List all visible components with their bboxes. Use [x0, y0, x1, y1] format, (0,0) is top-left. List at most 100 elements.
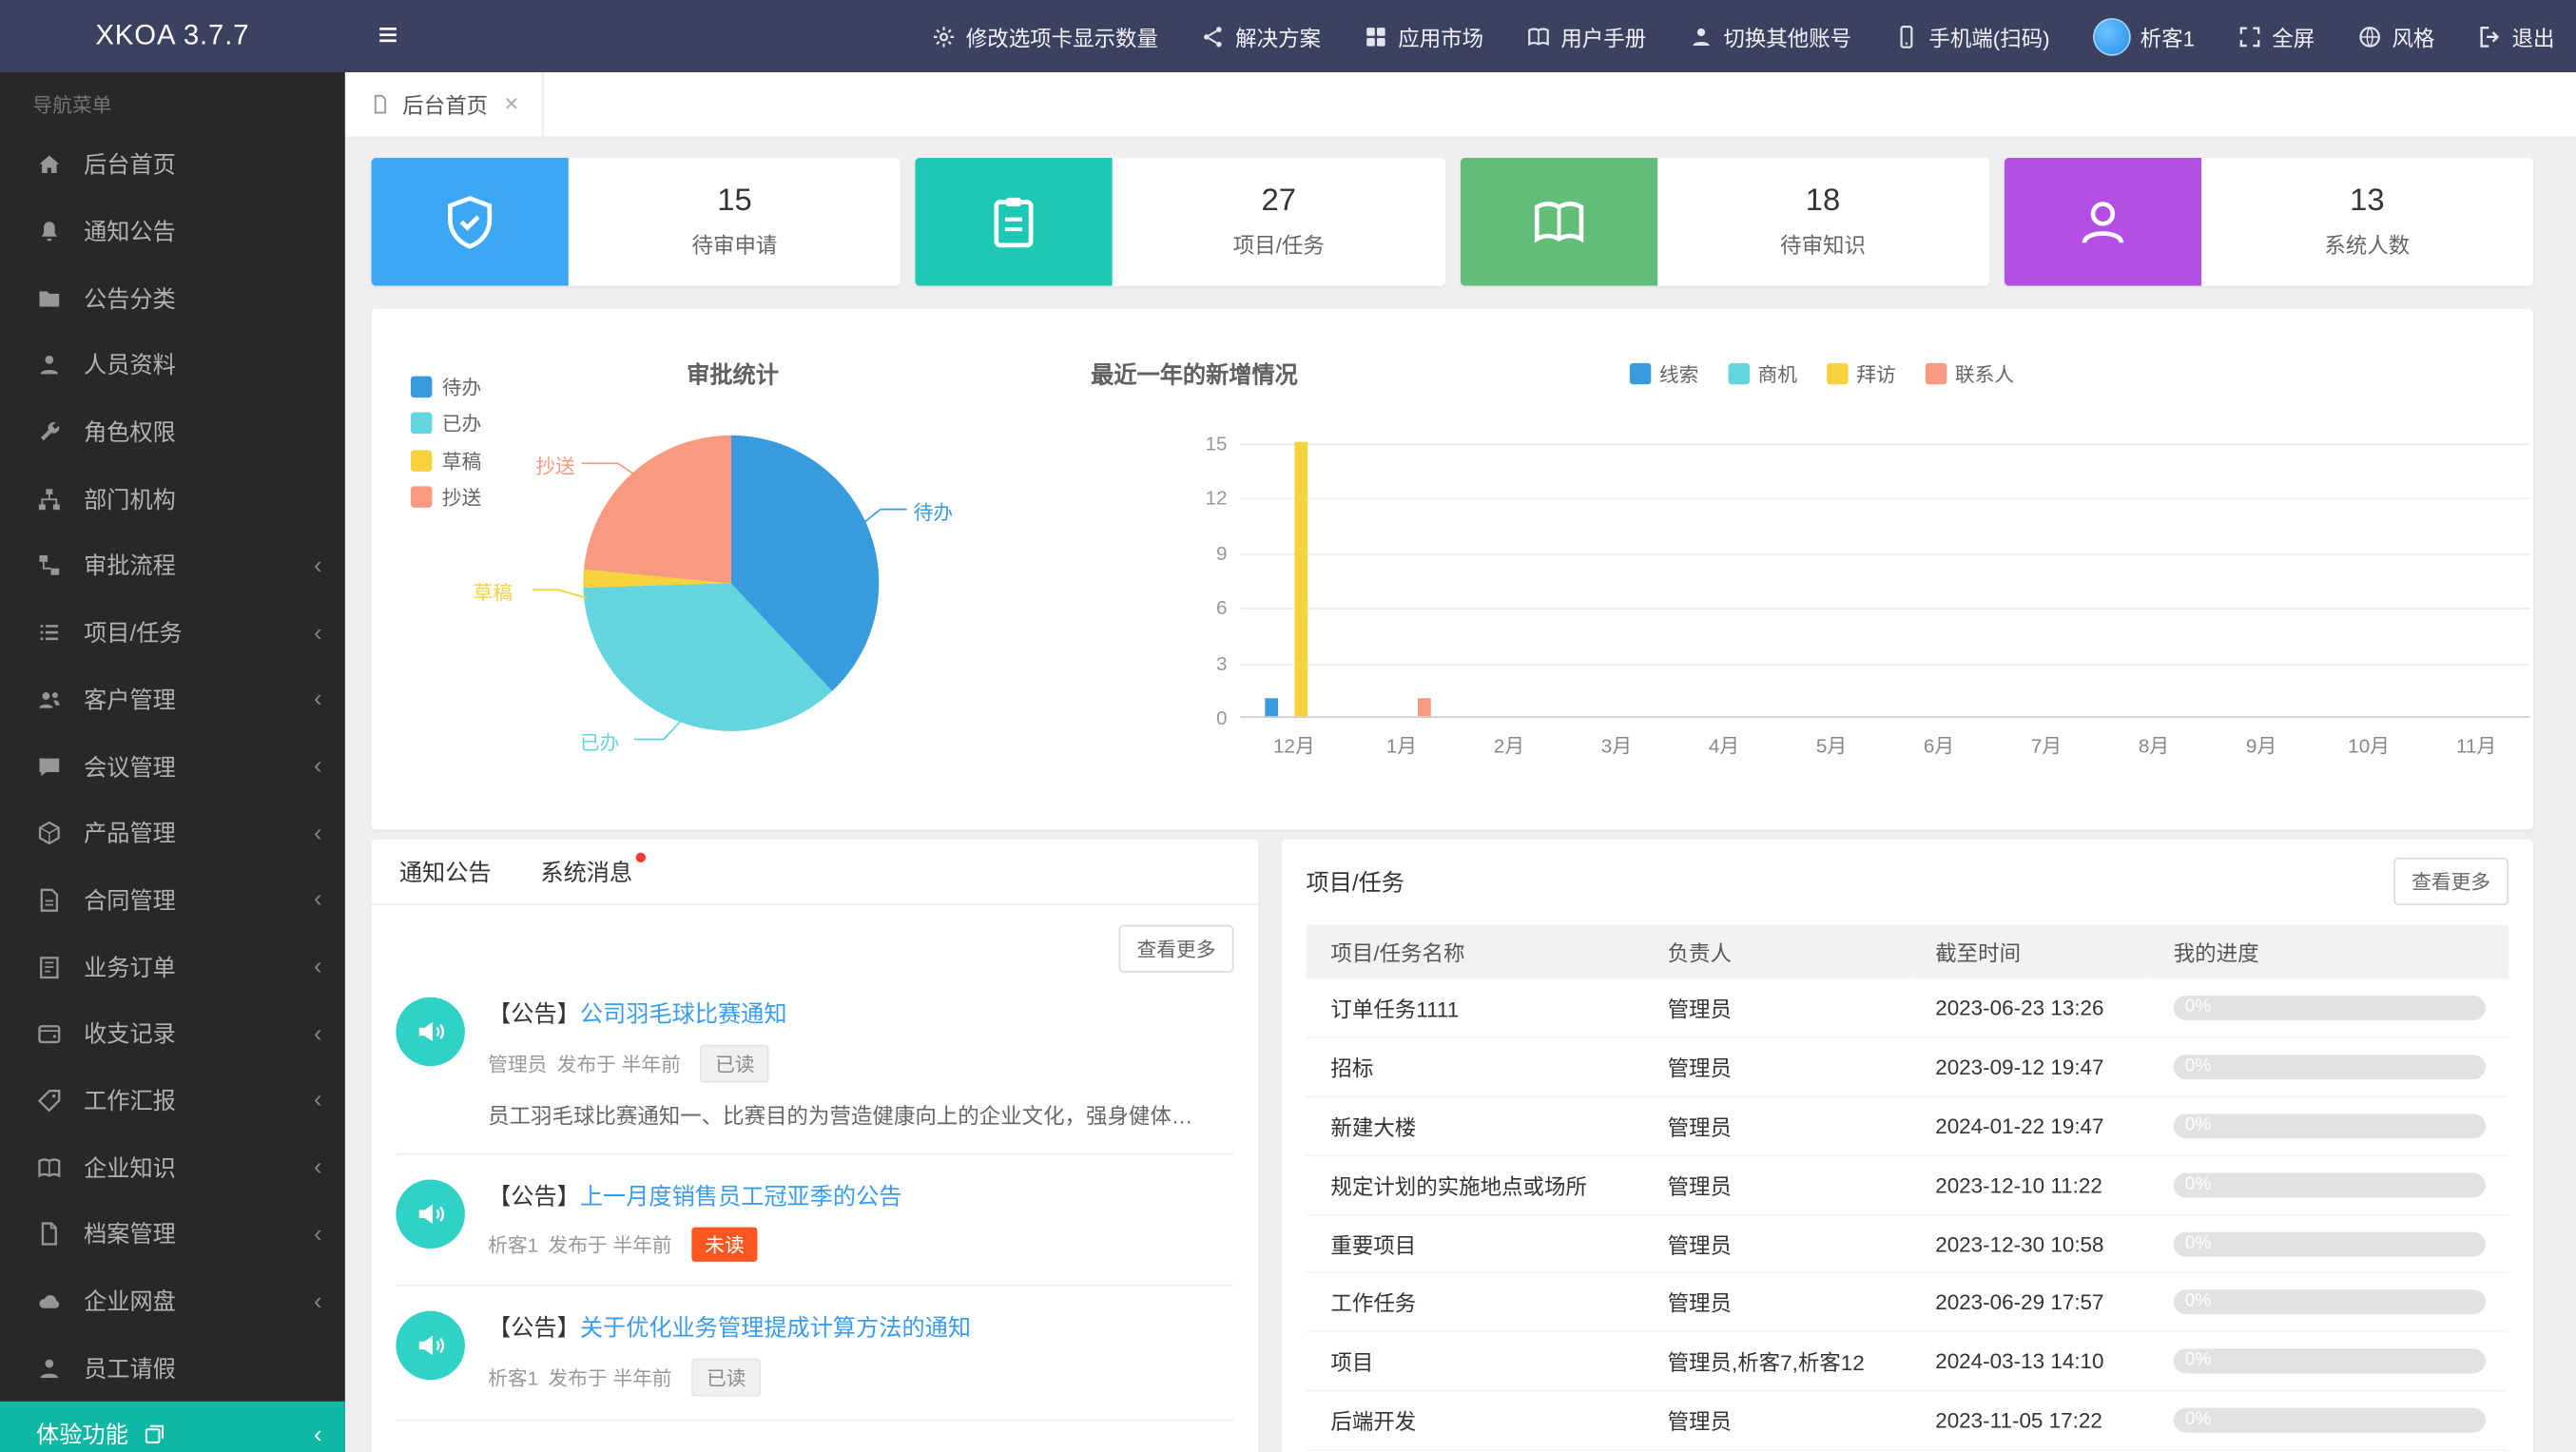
navbar-item-switch-account[interactable]: 切换其他账号 — [1668, 0, 1873, 72]
tab-close-icon[interactable]: × — [504, 90, 518, 118]
column-header: 项目/任务名称 — [1307, 925, 1643, 979]
sidebar-item-customers[interactable]: 客户管理‹ — [0, 667, 345, 733]
sidebar-item-orders[interactable]: 业务订单‹ — [0, 934, 345, 1000]
x-axis-label: 7月 — [1997, 731, 2096, 759]
speaker-icon — [396, 1179, 465, 1249]
sidebar-item-notices[interactable]: 通知公告 — [0, 199, 345, 265]
notice-content: 【公告】关于优化业务管理提成计算方法的通知析客1发布于 半年前已读 — [488, 1311, 1233, 1397]
status-badge: 未读 — [691, 1228, 757, 1262]
sidebar-item-label: 员工请假 — [84, 1351, 176, 1384]
notice-meta: 析客1发布于 半年前未读 — [488, 1228, 1233, 1262]
table-row[interactable]: 工作任务管理员2023-06-29 17:570% — [1307, 1273, 2509, 1332]
notice-item[interactable]: 【公告】上一月度销售员工冠亚季的公告析客1发布于 半年前未读 — [396, 1155, 1233, 1287]
sidebar-item-cloud-disk[interactable]: 企业网盘‹ — [0, 1268, 345, 1334]
panel-tab-messages[interactable]: 系统消息 — [515, 840, 657, 903]
table-row[interactable]: 新建大楼管理员2024-01-22 19:470% — [1307, 1096, 2509, 1155]
sidebar-item-meetings[interactable]: 会议管理‹ — [0, 733, 345, 800]
legend-swatch — [411, 413, 432, 434]
sidebar-item-experience[interactable]: 体验功能‹ — [0, 1402, 345, 1452]
x-axis-label: 6月 — [1889, 731, 1988, 759]
navbar-item-fullscreen[interactable]: 全屏 — [2217, 0, 2336, 72]
sidebar-item-leave[interactable]: 员工请假 — [0, 1335, 345, 1402]
chevron-left-icon: ‹ — [314, 820, 322, 847]
sidebar-item-contracts[interactable]: 合同管理 ‹ — [0, 866, 345, 933]
knowledge-icon — [36, 1154, 66, 1181]
stat-value: 13 — [2350, 184, 2385, 220]
sidebar-item-personnel[interactable]: 人员资料 — [0, 332, 345, 398]
projects-more-button[interactable]: 查看更多 — [2393, 858, 2508, 905]
notice-title: 【公告】上一月度销售员工冠亚季的公告 — [488, 1179, 1233, 1212]
notice-item[interactable]: 【公告】公司羽毛球比赛通知管理员发布于 半年前已读员工羽毛球比赛通知一、比赛目的… — [396, 973, 1233, 1155]
notice-content: 【公告】上一月度销售员工冠亚季的公告析客1发布于 半年前未读 — [488, 1179, 1233, 1261]
notice-link[interactable]: 公司羽毛球比赛通知 — [580, 1000, 787, 1027]
notices-more-button[interactable]: 查看更多 — [1119, 925, 1234, 973]
notice-link[interactable]: 关于优化业务管理提成计算方法的通知 — [580, 1314, 971, 1341]
legend-swatch — [1728, 363, 1749, 384]
navbar-item-mobile-qr[interactable]: 手机端(扫码) — [1873, 0, 2071, 72]
user-icon — [36, 352, 66, 378]
project-name: 新建大楼 — [1307, 1096, 1643, 1155]
sidebar-item-knowledge[interactable]: 企业知识‹ — [0, 1134, 345, 1201]
notice-item[interactable]: 【公告】关于优化业务管理提成计算方法的通知析客1发布于 半年前已读 — [396, 1287, 1233, 1422]
table-row[interactable]: 重要项目管理员2023-12-30 10:580% — [1307, 1214, 2509, 1273]
legend-item[interactable]: 草稿 — [411, 442, 481, 479]
legend-label: 已办 — [442, 410, 481, 437]
navbar-item-logout[interactable]: 退出 — [2456, 0, 2576, 72]
progress-bar: 0% — [2174, 1290, 2486, 1315]
progress-bar: 0% — [2174, 1408, 2486, 1433]
progress-bar: 0% — [2174, 1113, 2486, 1138]
sidebar-item-work-report[interactable]: 工作汇报‹ — [0, 1067, 345, 1133]
stat-card-2[interactable]: 27项目/任务 — [916, 158, 1445, 286]
notice-time: 发布于 半年前 — [549, 1364, 672, 1391]
table-row[interactable]: 规定计划的实施地点或场所管理员2023-12-10 11:220% — [1307, 1155, 2509, 1214]
navbar-item-user-manual[interactable]: 用户手册 — [1505, 0, 1668, 72]
navbar-item-label: 手机端(扫码) — [1928, 21, 2049, 52]
projects-panel: 项目/任务 查看更多 项目/任务名称负责人截至时间我的进度 订单任务1111管理… — [1282, 840, 2533, 1452]
legend-item[interactable]: 已办 — [411, 405, 481, 442]
sidebar-item-products[interactable]: 产品管理‹ — [0, 800, 345, 866]
legend-item[interactable]: 拜访 — [1827, 359, 1896, 387]
legend-item[interactable]: 抄送 — [411, 479, 481, 516]
progress-bar: 0% — [2174, 1349, 2486, 1374]
brand-logo[interactable]: XKOA 3.7.7 — [0, 20, 345, 53]
fullscreen-icon — [2237, 24, 2262, 48]
notices-panel-body: 查看更多 【公告】公司羽毛球比赛通知管理员发布于 半年前已读员工羽毛球比赛通知一… — [371, 905, 1258, 1421]
sidebar-item-home[interactable]: 后台首页 — [0, 131, 345, 198]
hamburger-menu-icon[interactable]: ≡ — [378, 0, 397, 72]
legend-item[interactable]: 待办 — [411, 368, 481, 405]
table-row[interactable]: 订单任务1111管理员2023-06-23 13:260% — [1307, 979, 2509, 1038]
sidebar-item-notice-category[interactable]: 公告分类 — [0, 265, 345, 332]
project-owner: 管理员 — [1643, 1214, 1911, 1273]
sidebar-item-approval-flow[interactable]: 审批流程‹ — [0, 532, 345, 599]
table-row[interactable]: 招标管理员2023-09-12 19:470% — [1307, 1038, 2509, 1097]
sidebar-item-projects[interactable]: 项目/任务‹ — [0, 599, 345, 666]
legend-item[interactable]: 线索 — [1630, 359, 1699, 387]
sidebar-item-roles[interactable]: 角色权限 — [0, 398, 345, 465]
navbar-item-solutions[interactable]: 解决方案 — [1179, 0, 1342, 72]
table-row[interactable]: 项目管理员,析客7,析客122024-03-13 14:100% — [1307, 1332, 2509, 1391]
contract-icon — [36, 887, 66, 914]
navbar-item-app-market[interactable]: 应用市场 — [1343, 0, 1505, 72]
progress-bar: 0% — [2174, 1055, 2486, 1079]
sidebar-item-finance[interactable]: 收支记录‹ — [0, 1000, 345, 1067]
panel-tab-notices[interactable]: 通知公告 — [375, 840, 516, 903]
stat-card-4[interactable]: 13系统人数 — [2004, 158, 2533, 286]
notice-link[interactable]: 上一月度销售员工冠亚季的公告 — [580, 1183, 902, 1210]
navbar-item-label: 退出 — [2512, 21, 2555, 52]
stat-card-1[interactable]: 15待审申请 — [371, 158, 901, 286]
navbar-item-modify-tab-count[interactable]: 修改选项卡显示数量 — [910, 0, 1179, 72]
projects-table-body: 订单任务1111管理员2023-06-23 13:260%招标管理员2023-0… — [1307, 979, 2509, 1450]
sidebar-item-label: 合同管理 — [84, 883, 176, 917]
navbar-item-style[interactable]: 风格 — [2336, 0, 2456, 72]
navbar-item-profile[interactable]: 析客1 — [2071, 0, 2216, 72]
sidebar-item-label: 部门机构 — [84, 483, 176, 516]
sidebar-item-archives[interactable]: 档案管理‹ — [0, 1201, 345, 1268]
sidebar-item-departments[interactable]: 部门机构 — [0, 466, 345, 532]
stat-card-3[interactable]: 18待审知识 — [1460, 158, 1989, 286]
tab-home[interactable]: 后台首页 × — [345, 72, 544, 136]
legend-item[interactable]: 商机 — [1728, 359, 1797, 387]
chevron-left-icon: ‹ — [314, 886, 322, 914]
table-row[interactable]: 后端开发管理员2023-11-05 17:220% — [1307, 1391, 2509, 1450]
legend-item[interactable]: 联系人 — [1926, 359, 2014, 387]
project-name: 招标 — [1307, 1038, 1643, 1097]
